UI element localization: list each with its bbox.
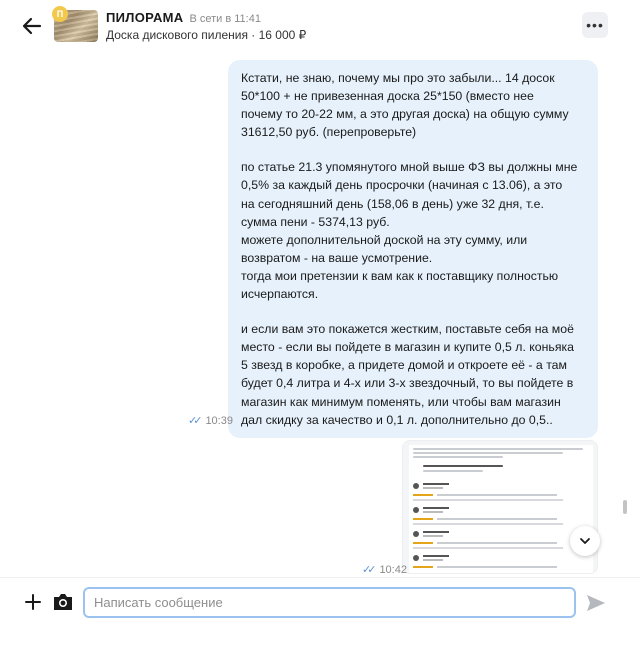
scroll-down-button[interactable]: [570, 526, 600, 556]
camera-button[interactable]: [52, 592, 74, 612]
send-button[interactable]: [586, 594, 606, 612]
message-paragraph: по статье 21.3 упомянутого мной выше ФЗ …: [241, 160, 578, 302]
image-message[interactable]: [402, 440, 598, 574]
send-icon: [587, 595, 605, 611]
plus-icon: [25, 594, 41, 610]
back-button[interactable]: [20, 14, 44, 38]
title-row: ПИЛОРАМА В сети в 11:41: [106, 10, 261, 25]
chat-header: П ПИЛОРАМА В сети в 11:41 Доска дисковог…: [0, 0, 640, 54]
attach-button[interactable]: [24, 593, 42, 611]
double-check-icon: ✓✓: [188, 415, 203, 427]
listing-subtitle[interactable]: Доска дискового пиления · 16 000 ₽: [106, 28, 306, 42]
online-status: В сети в 11:41: [189, 13, 261, 25]
camera-icon: [54, 594, 72, 610]
scrollbar-thumb[interactable]: [623, 500, 627, 514]
message-input[interactable]: [83, 587, 576, 618]
arrow-left-icon: [22, 17, 42, 35]
chevron-down-icon: [580, 538, 590, 544]
message-paragraph: и если вам это покажется жестким, постав…: [241, 322, 574, 427]
scrollbar[interactable]: [623, 56, 627, 576]
message-time: 10:39: [205, 414, 233, 427]
attached-screenshot-image: [409, 445, 593, 573]
message-meta: ✓✓ 10:39: [188, 414, 233, 428]
double-check-icon: ✓✓: [362, 564, 377, 576]
message-paragraph: Кстати, не знаю, почему мы про это забыл…: [241, 71, 569, 140]
message-time: 10:42: [379, 563, 407, 576]
avatar-badge: П: [52, 6, 68, 22]
message-bubble-outgoing: Кстати, не знаю, почему мы про это забыл…: [228, 60, 598, 438]
message-meta: ✓✓ 10:42: [362, 563, 407, 577]
more-menu-button[interactable]: •••: [582, 12, 608, 38]
chat-title[interactable]: ПИЛОРАМА: [106, 10, 183, 25]
composer-divider: [0, 577, 640, 578]
more-horizontal-icon: •••: [586, 17, 604, 33]
